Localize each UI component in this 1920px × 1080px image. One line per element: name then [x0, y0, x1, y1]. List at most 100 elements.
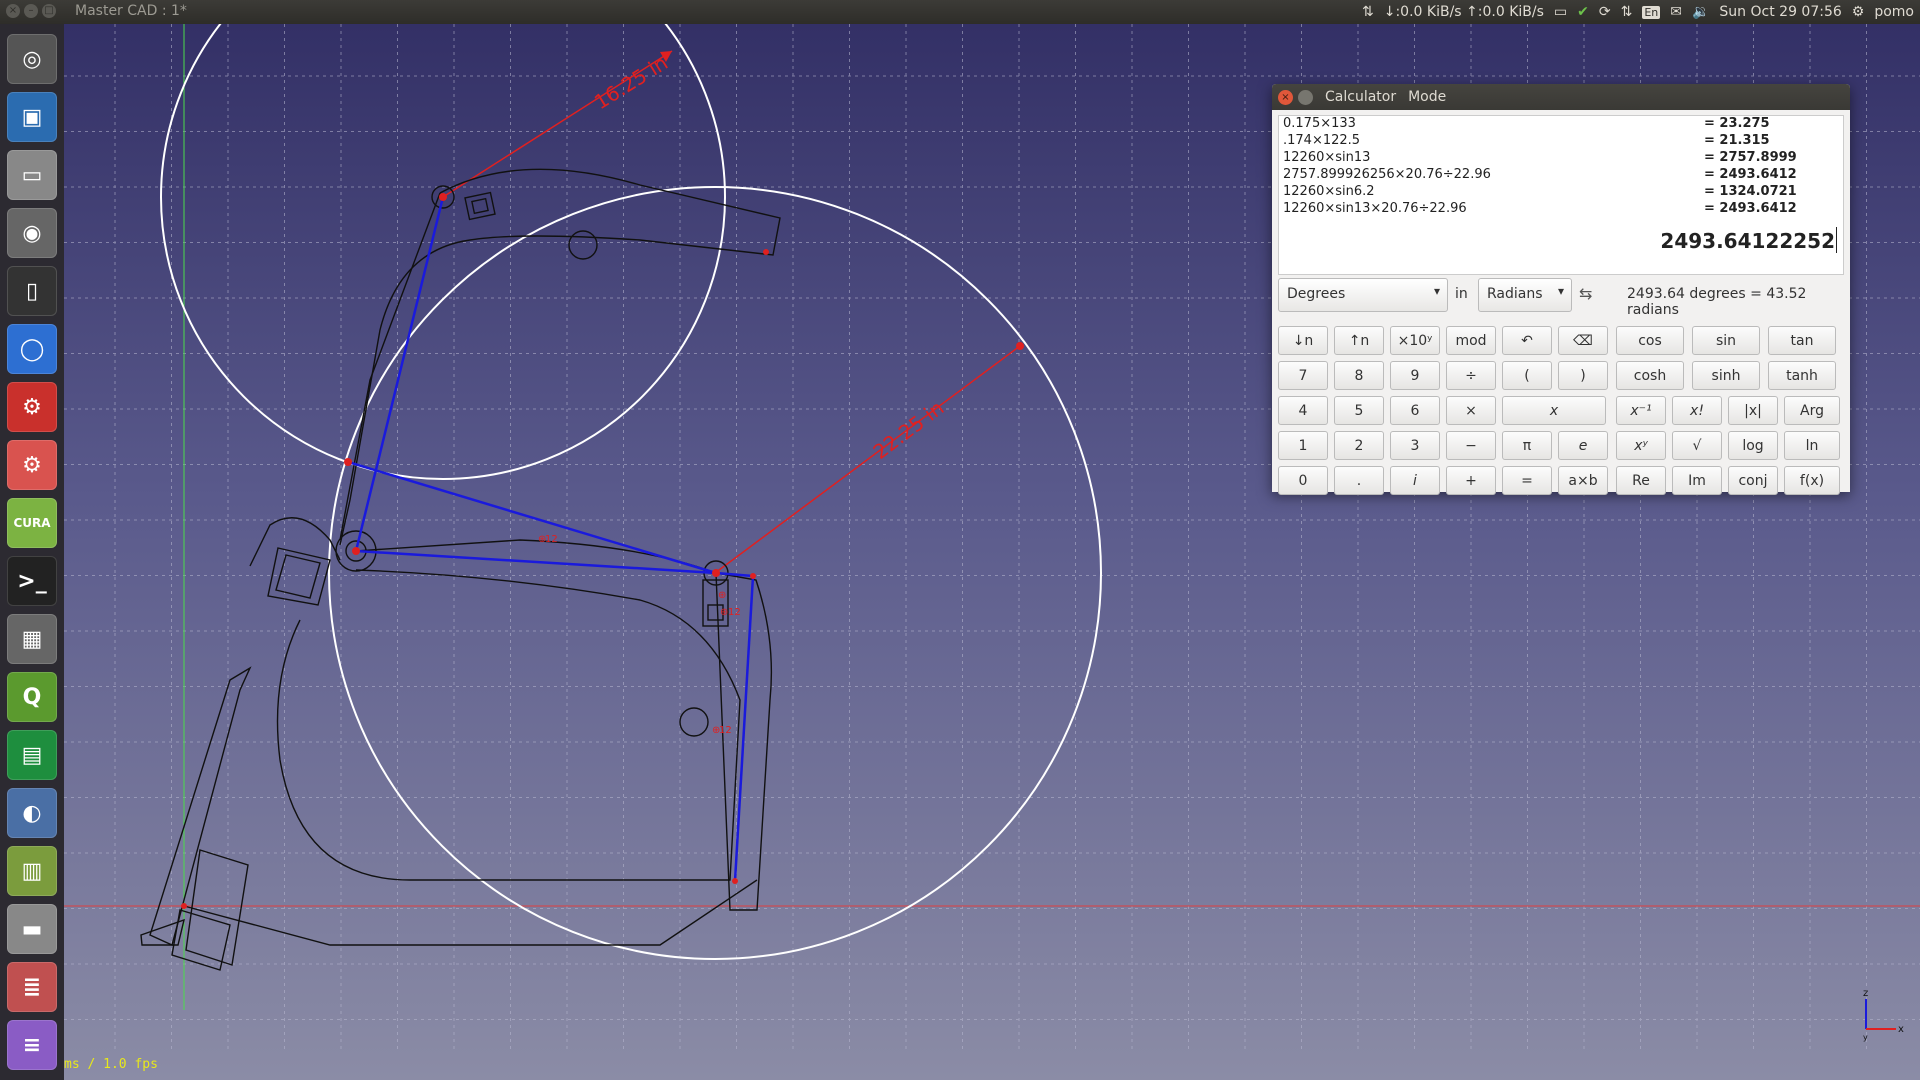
key-3-4[interactable]: π: [1502, 431, 1552, 460]
user-name[interactable]: pomo: [1874, 4, 1914, 20]
calculator-display[interactable]: 2493.64122252: [1278, 219, 1844, 275]
keyboard-layout[interactable]: En: [1642, 5, 1661, 19]
key-4-6[interactable]: Re: [1616, 466, 1666, 495]
history-row[interactable]: 12260×sin6.2 = 1324.0721: [1279, 184, 1843, 201]
network-arrows-icon[interactable]: ⇅: [1362, 4, 1374, 20]
key-0-4[interactable]: ↶: [1502, 326, 1552, 355]
dim-label-small[interactable]: 16.25 in: [590, 51, 672, 115]
key-3-0[interactable]: 1: [1278, 431, 1328, 460]
minimize-icon[interactable]: [1298, 89, 1313, 105]
history-row[interactable]: 2757.899926256×20.76÷22.96 = 2493.6412: [1279, 167, 1843, 184]
key-0-8[interactable]: tan: [1768, 326, 1836, 355]
key-3-1[interactable]: 2: [1334, 431, 1384, 460]
net-speed[interactable]: ↓:0.0 KiB/s ↑:0.0 KiB/s: [1384, 4, 1544, 20]
chat-icon[interactable]: ▭: [1554, 4, 1567, 20]
key-4-1[interactable]: .: [1334, 466, 1384, 495]
mail-icon[interactable]: ✉: [1670, 4, 1682, 20]
history-row[interactable]: 12260×sin13×20.76÷22.96 = 2493.6412: [1279, 201, 1843, 218]
key-1-3[interactable]: ÷: [1446, 361, 1496, 390]
sketch-geometry[interactable]: [140, 168, 781, 971]
key-3-6[interactable]: xʸ: [1616, 431, 1666, 460]
stack-icon[interactable]: ≡: [7, 1020, 57, 1070]
key-3-2[interactable]: 3: [1390, 431, 1440, 460]
key-3-9[interactable]: ln: [1784, 431, 1840, 460]
calculator-icon[interactable]: ▦: [7, 614, 57, 664]
chart-app-icon[interactable]: ▥: [7, 846, 57, 896]
terminal-icon[interactable]: >_: [7, 556, 57, 606]
printer-icon[interactable]: ▬: [7, 904, 57, 954]
key-1-4[interactable]: (: [1502, 361, 1552, 390]
drive-icon[interactable]: ▭: [7, 150, 57, 200]
to-unit-select[interactable]: Radians ▾: [1478, 278, 1572, 312]
key-4-9[interactable]: f(x): [1784, 466, 1840, 495]
key-0-5[interactable]: ⌫: [1558, 326, 1608, 355]
history-row[interactable]: 0.175×133 = 23.275: [1279, 116, 1843, 133]
clock[interactable]: Sun Oct 29 07:56: [1719, 4, 1841, 20]
key-4-2[interactable]: i: [1390, 466, 1440, 495]
history-row[interactable]: 12260×sin13 = 2757.8999: [1279, 150, 1843, 167]
calculation-history[interactable]: 0.175×133 = 23.275 .174×122.5 = 21.315 12260…: [1278, 115, 1844, 221]
key-4-7[interactable]: Im: [1672, 466, 1722, 495]
minimize-icon[interactable]: –: [24, 4, 38, 18]
key-3-7[interactable]: √: [1672, 431, 1722, 460]
files-icon[interactable]: ≣: [7, 962, 57, 1012]
key-4-8[interactable]: conj: [1728, 466, 1778, 495]
key-1-0[interactable]: 7: [1278, 361, 1328, 390]
history-row[interactable]: .174×122.5 = 21.315: [1279, 133, 1843, 150]
key-2-5[interactable]: x⁻¹: [1616, 396, 1666, 425]
key-3-3[interactable]: −: [1446, 431, 1496, 460]
key-0-3[interactable]: mod: [1446, 326, 1496, 355]
cura-icon[interactable]: CURA: [7, 498, 57, 548]
maximize-icon[interactable]: □: [42, 4, 56, 18]
transfer-icon[interactable]: ⇅: [1621, 4, 1633, 20]
key-1-1[interactable]: 8: [1334, 361, 1384, 390]
chromium-icon[interactable]: ◯: [7, 324, 57, 374]
spreadsheet-icon[interactable]: ▤: [7, 730, 57, 780]
key-3-5[interactable]: e: [1558, 431, 1608, 460]
key-2-7[interactable]: |x|: [1728, 396, 1778, 425]
freecad-icon[interactable]: ⚙: [7, 382, 57, 432]
key-2-8[interactable]: Arg: [1784, 396, 1840, 425]
key-1-2[interactable]: 9: [1390, 361, 1440, 390]
key-1-5[interactable]: ): [1558, 361, 1608, 390]
close-icon[interactable]: ×: [6, 4, 20, 18]
image-viewer-icon[interactable]: ▣: [7, 92, 57, 142]
calculator-titlebar[interactable]: × Calculator Mode: [1272, 84, 1850, 110]
key-4-4[interactable]: =: [1502, 466, 1552, 495]
settings-gear-icon[interactable]: ⚙: [1852, 4, 1865, 20]
qgis-icon[interactable]: Q: [7, 672, 57, 722]
key-1-7[interactable]: sinh: [1692, 361, 1760, 390]
key-0-6[interactable]: cos: [1616, 326, 1684, 355]
key-4-5[interactable]: a×b: [1558, 466, 1608, 495]
media-icon[interactable]: ◐: [7, 788, 57, 838]
key-0-0[interactable]: ↓n: [1278, 326, 1328, 355]
key-0-2[interactable]: ×10ʸ: [1390, 326, 1440, 355]
key-2-3[interactable]: ×: [1446, 396, 1496, 425]
calculator-window[interactable]: × Calculator Mode 0.175×133 = 23.275.174×…: [1272, 84, 1850, 495]
dim-label-large[interactable]: 22.25 in: [869, 396, 949, 464]
constraint-markers[interactable]: [181, 193, 769, 909]
freecad-daily-icon[interactable]: ⚙: [7, 440, 57, 490]
key-2-6[interactable]: x!: [1672, 396, 1722, 425]
key-4-3[interactable]: +: [1446, 466, 1496, 495]
update-ok-icon[interactable]: ✔: [1577, 4, 1589, 20]
key-2-4[interactable]: x: [1502, 396, 1606, 425]
key-0-1[interactable]: ↑n: [1334, 326, 1384, 355]
key-1-6[interactable]: cosh: [1616, 361, 1684, 390]
camera-icon[interactable]: ◉: [7, 208, 57, 258]
close-icon[interactable]: ×: [1278, 89, 1293, 105]
swap-units-icon[interactable]: ⇆: [1579, 284, 1592, 303]
mode-menu[interactable]: Mode: [1408, 89, 1446, 105]
key-2-1[interactable]: 5: [1334, 396, 1384, 425]
volume-icon[interactable]: 🔉: [1692, 4, 1709, 20]
key-1-8[interactable]: tanh: [1768, 361, 1836, 390]
key-4-0[interactable]: 0: [1278, 466, 1328, 495]
from-unit-select[interactable]: Degrees ▾: [1278, 278, 1448, 312]
key-2-2[interactable]: 6: [1390, 396, 1440, 425]
key-3-8[interactable]: log: [1728, 431, 1778, 460]
ubuntu-home-icon[interactable]: ◎: [7, 34, 57, 84]
phone-icon[interactable]: ▯: [7, 266, 57, 316]
construction-circle-small[interactable]: [160, 24, 726, 480]
sync-icon[interactable]: ⟳: [1599, 4, 1611, 20]
key-0-7[interactable]: sin: [1692, 326, 1760, 355]
